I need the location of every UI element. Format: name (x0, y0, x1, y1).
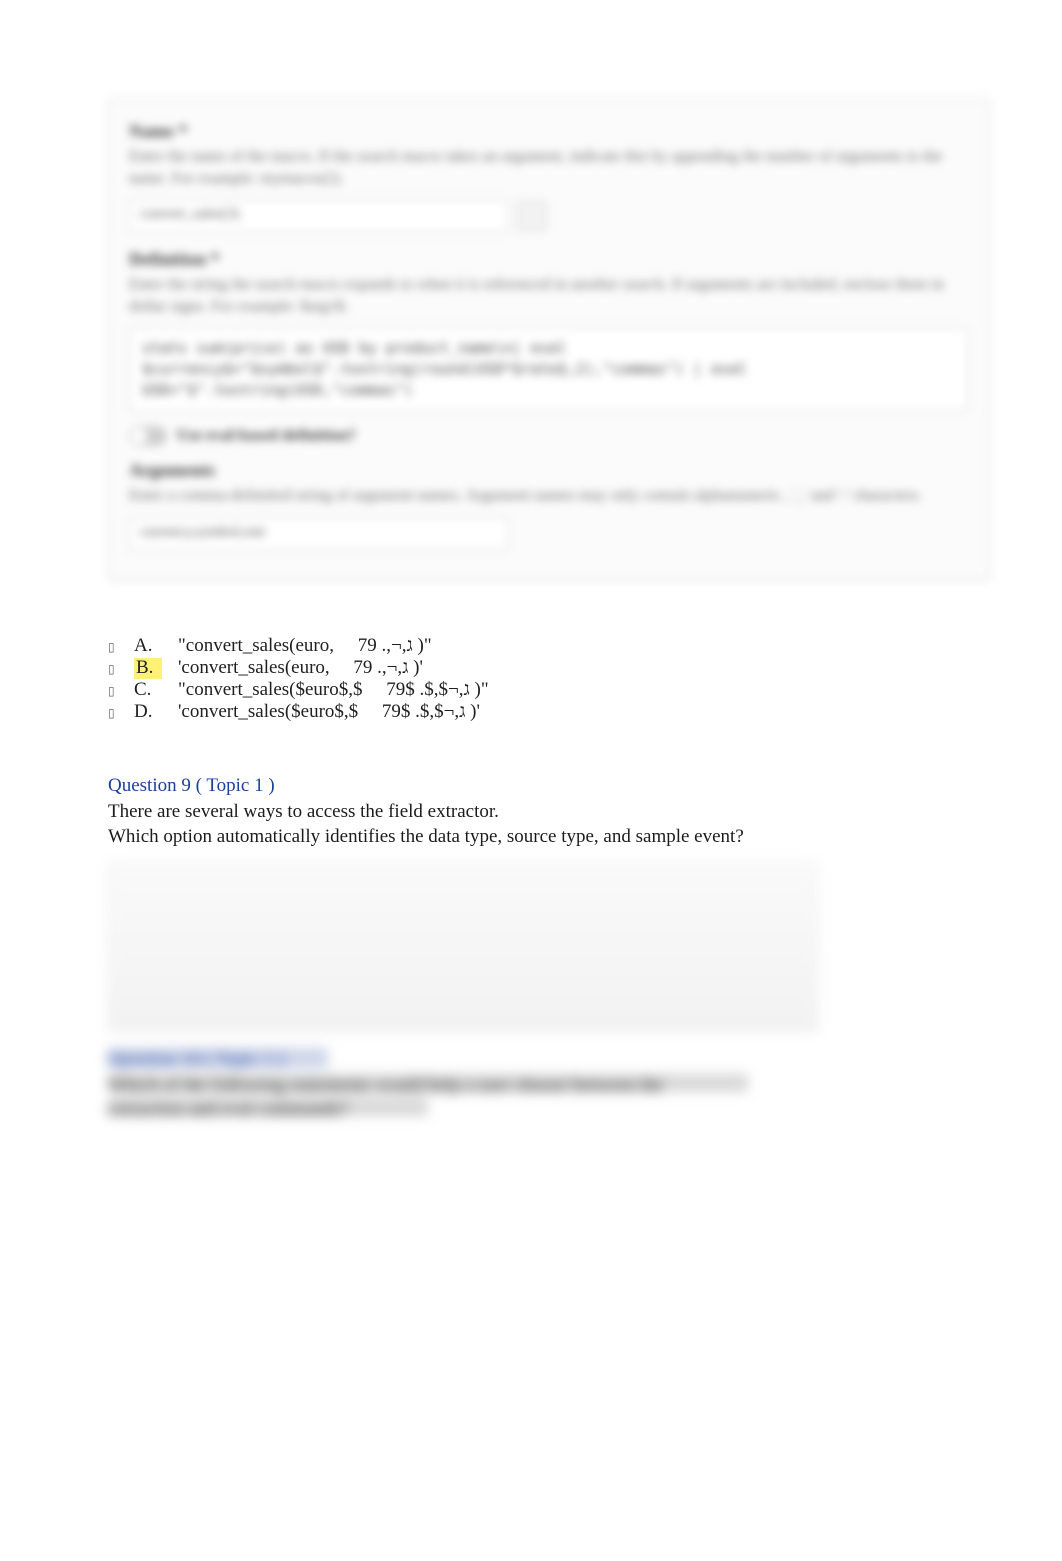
lower-blurred-region: Question 10 ( Topic 1 ) Which of the fol… (100, 862, 1000, 1502)
option-text: 'convert_sales($euro$,$ 79$ .$,$¬,ג )' (178, 702, 480, 723)
name-field-row: convert_sales(3) (129, 199, 969, 233)
option-text: "convert_sales($euro$,$ 79$ .$,$¬,ג )" (178, 680, 489, 701)
option-b-row: ▯ B. 'convert_sales(euro, 79 .,¬,ג )' (108, 658, 808, 679)
name-input[interactable]: convert_sales(3) (129, 199, 509, 233)
name-hint: Enter the name of the macro. If the sear… (129, 146, 969, 189)
option-letter-highlighted: B. (134, 658, 162, 679)
question-body-line: There are several ways to access the fie… (108, 800, 928, 824)
question-body-line: extraction and eval commands? (108, 1098, 428, 1116)
bullet-icon: ▯ (108, 663, 118, 676)
arguments-label: Arguments (129, 460, 969, 481)
question-body-line: Which option automatically identifies th… (108, 825, 928, 849)
blurred-screenshot-placeholder (108, 862, 818, 1032)
option-a-row: ▯ A. "convert_sales(euro, 79 .,¬,ג )" (108, 636, 808, 657)
eval-toggle-switch[interactable] (129, 426, 167, 446)
question-10-blurred: Question 10 ( Topic 1 ) Which of the fol… (108, 1048, 908, 1116)
question-title: Question 9 ( Topic 1 ) (108, 774, 928, 798)
option-letter: C. (134, 680, 162, 701)
answer-options: ▯ A. "convert_sales(euro, 79 .,¬,ג )" ▯ … (108, 636, 808, 724)
option-letter: D. (134, 702, 162, 723)
eval-toggle-row: Use eval-based definition? (129, 426, 969, 446)
option-text: "convert_sales(euro, 79 .,¬,ג )" (178, 636, 432, 657)
arguments-input[interactable]: currency,symbol,rate (129, 517, 509, 551)
arguments-hint: Enter a comma-delimited string of argume… (129, 485, 969, 507)
bullet-icon: ▯ (108, 707, 118, 720)
question-title: Question 10 ( Topic 1 ) (108, 1048, 328, 1068)
option-text: 'convert_sales(euro, 79 .,¬,ג )' (178, 658, 423, 679)
arguments-field-row: currency,symbol,rate (129, 517, 969, 551)
definition-textarea[interactable]: stats sum(price) as USD by product_name\… (129, 327, 969, 412)
eval-toggle-label: Use eval-based definition? (177, 427, 356, 445)
bullet-icon: ▯ (108, 641, 118, 654)
option-d-row: ▯ D. 'convert_sales($euro$,$ 79$ .$,$¬,ג… (108, 702, 808, 723)
bullet-icon: ▯ (108, 685, 118, 698)
question-body-line: Which of the following statements would … (108, 1074, 748, 1092)
name-aux-button[interactable] (517, 201, 547, 231)
name-label: Name * (129, 121, 969, 142)
definition-hint: Enter the string the search macro expand… (129, 274, 969, 317)
option-letter: A. (134, 636, 162, 657)
question-9: Question 9 ( Topic 1 ) There are several… (108, 774, 928, 849)
macro-panel-blurred: Name * Enter the name of the macro. If t… (108, 98, 990, 580)
option-c-row: ▯ C. "convert_sales($euro$,$ 79$ .$,$¬,ג… (108, 680, 808, 701)
definition-label: Definition * (129, 249, 969, 270)
page: Name * Enter the name of the macro. If t… (0, 0, 1062, 1561)
